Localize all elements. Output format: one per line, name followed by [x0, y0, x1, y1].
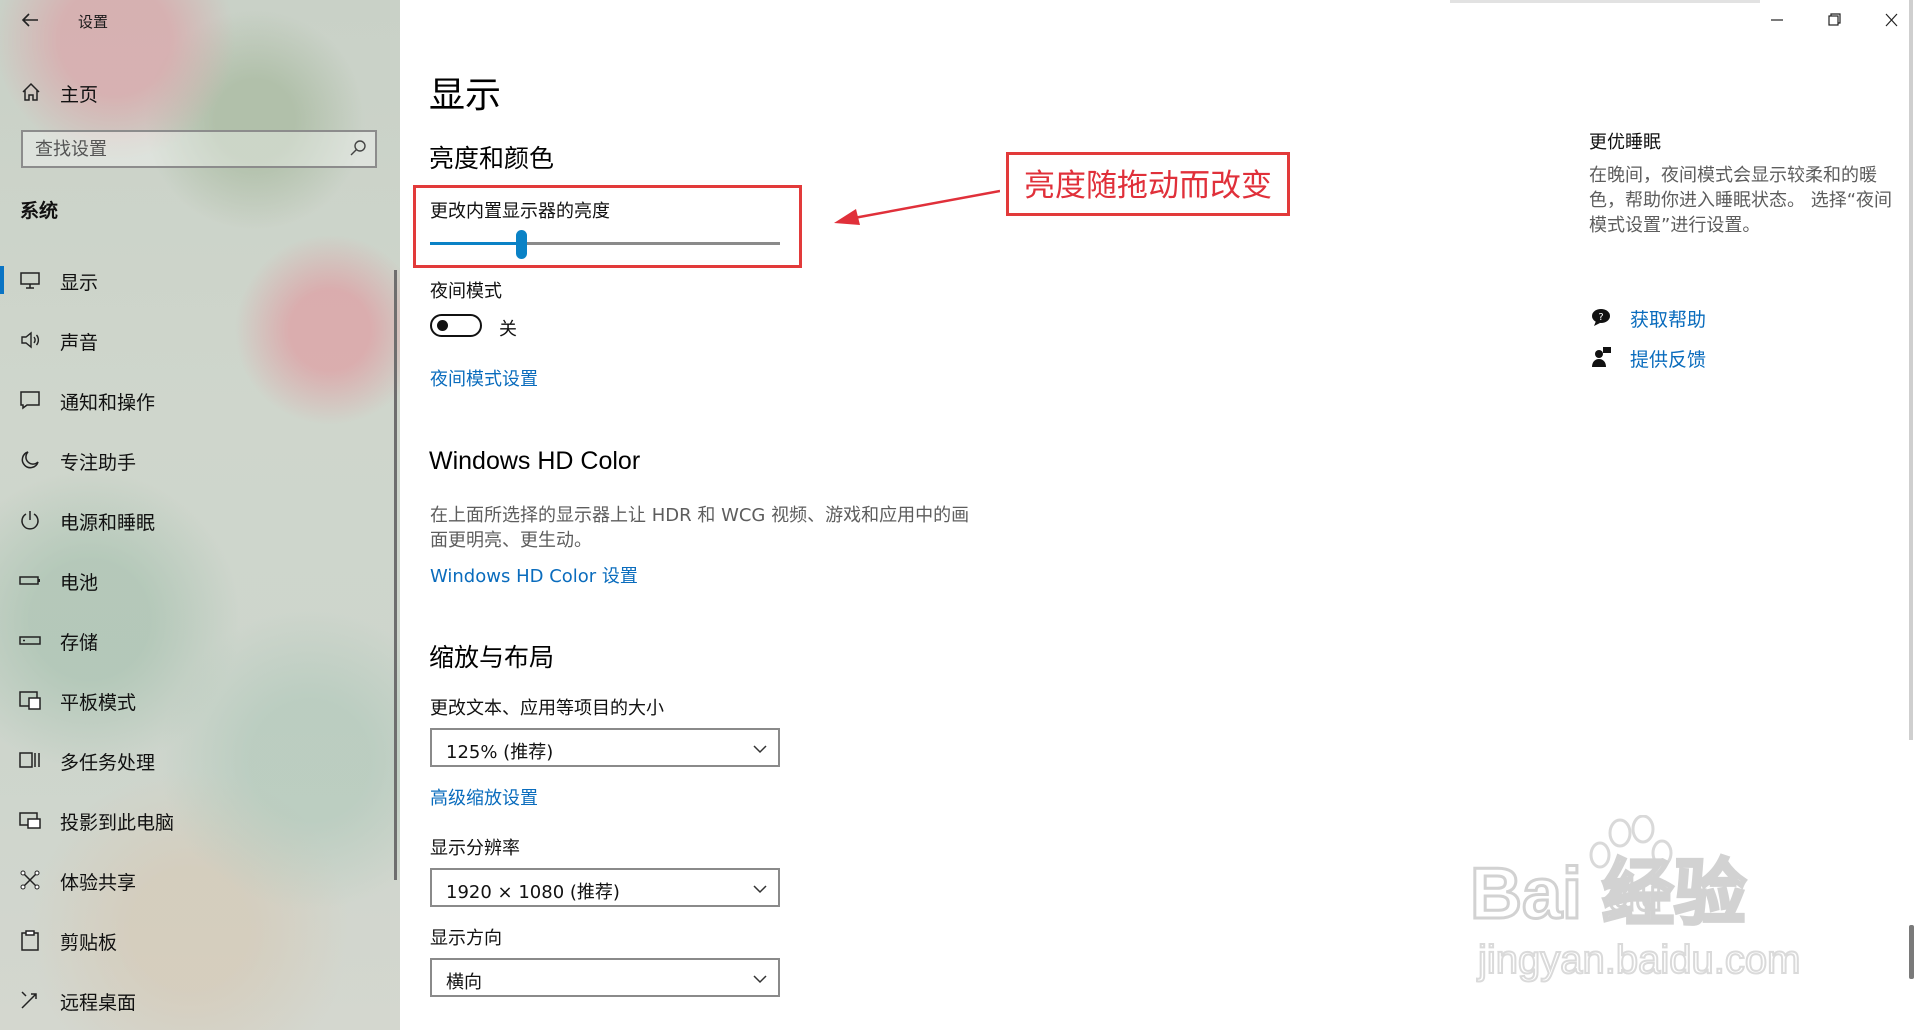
sidebar-item-notifications[interactable]: 通知和操作: [0, 378, 394, 422]
watermark-url: jingyan.baidu.com: [1477, 938, 1800, 982]
get-help-label: 获取帮助: [1630, 309, 1707, 331]
annotation-highlight-box: [413, 185, 802, 268]
sidebar-item-label: 平板模式: [60, 692, 137, 714]
sidebar-item-shared-experiences[interactable]: 体验共享: [0, 858, 394, 902]
annotation-text: 亮度随拖动而改变: [1024, 168, 1272, 204]
orientation-label: 显示方向: [430, 928, 502, 949]
sidebar-item-label: 剪贴板: [60, 932, 118, 954]
sidebar-item-home[interactable]: 主页: [0, 72, 400, 112]
sidebar-item-remote-desktop[interactable]: 远程桌面: [0, 978, 394, 1022]
sidebar-item-label: 声音: [60, 332, 99, 354]
hd-color-heading: Windows HD Color: [429, 447, 641, 475]
title-bar-strip: [1450, 0, 1760, 3]
home-icon: [22, 82, 40, 101]
night-mode-toggle[interactable]: [430, 314, 482, 337]
night-mode-label: 夜间模式: [430, 281, 502, 302]
back-arrow-icon[interactable]: [18, 8, 42, 32]
sidebar-item-label: 主页: [60, 84, 99, 106]
sidebar-item-power[interactable]: 电源和睡眠: [0, 498, 394, 542]
sidebar-item-multitasking[interactable]: 多任务处理: [0, 738, 394, 782]
project-icon: [19, 812, 41, 829]
text-size-dropdown[interactable]: 125% (推荐): [430, 728, 780, 767]
moon-icon: [21, 451, 39, 469]
sidebar-item-display[interactable]: 显示: [0, 258, 394, 302]
advanced-scaling-link[interactable]: 高级缩放设置: [430, 784, 538, 810]
feedback-label: 提供反馈: [1630, 349, 1707, 371]
related-description: 在晚间，夜间模式会显示较柔和的暖色，帮助你进入睡眠状态。 选择“夜间模式设置”进…: [1589, 165, 1893, 236]
sidebar-item-tablet-mode[interactable]: 平板模式: [0, 678, 394, 722]
window-title: 设置: [78, 13, 109, 31]
resolution-dropdown[interactable]: 1920 × 1080 (推荐): [430, 868, 780, 907]
active-indicator: [0, 266, 4, 294]
remote-desktop-icon: [21, 991, 37, 1009]
sidebar-item-battery[interactable]: 电池: [0, 558, 394, 602]
monitor-icon: [20, 272, 40, 289]
sidebar-item-storage[interactable]: 存储: [0, 618, 394, 662]
hd-color-description: 在上面所选择的显示器上让 HDR 和 WCG 视频、游戏和应用中的画面更明亮、更…: [430, 505, 970, 551]
chevron-down-icon: [753, 975, 767, 984]
sidebar-item-focus-assist[interactable]: 专注助手: [0, 438, 394, 482]
sidebar: 设置 主页 系统 显示 声音 通知和操作: [0, 0, 400, 1030]
tablet-mode-icon: [19, 691, 41, 710]
brightness-section-heading: 亮度和颜色: [429, 144, 555, 173]
help-chat-icon: ?: [1592, 309, 1610, 326]
multitask-icon: [19, 752, 40, 768]
orientation-value: 横向: [446, 972, 482, 993]
scale-section-heading: 缩放与布局: [429, 643, 555, 672]
sidebar-item-label: 电池: [60, 572, 99, 594]
related-title: 更优睡眠: [1589, 132, 1661, 153]
main-scrollbar-thumb[interactable]: [1909, 925, 1914, 979]
clipboard-icon: [21, 930, 39, 951]
battery-icon: [19, 576, 40, 585]
search-icon[interactable]: [349, 139, 367, 157]
chevron-down-icon: [753, 745, 767, 754]
night-mode-state: 关: [499, 319, 517, 340]
sidebar-item-label: 投影到此电脑: [60, 812, 175, 834]
hd-color-settings-link[interactable]: Windows HD Color 设置: [430, 562, 638, 588]
sidebar-item-label: 通知和操作: [60, 392, 156, 414]
orientation-dropdown[interactable]: 横向: [430, 958, 780, 997]
watermark-du: du: [1608, 871, 1662, 920]
sidebar-item-label: 体验共享: [60, 872, 137, 894]
sidebar-scrollbar[interactable]: [394, 270, 397, 880]
annotation-arrow: [834, 189, 1000, 225]
search-input[interactable]: [23, 132, 335, 166]
baidu-jingyan-watermark: Bai 经验 du jingyan.baidu.com: [1470, 815, 1801, 983]
notification-icon: [20, 391, 40, 410]
sidebar-item-label: 显示: [60, 272, 99, 294]
share-icon: [20, 870, 40, 890]
main-scrollbar-track[interactable]: [1909, 0, 1913, 740]
sidebar-item-sound[interactable]: 声音: [0, 318, 394, 362]
search-box[interactable]: [21, 130, 377, 168]
storage-icon: [19, 636, 41, 645]
sidebar-item-label: 存储: [60, 632, 99, 654]
text-size-label: 更改文本、应用等项目的大小: [430, 698, 664, 719]
resolution-value: 1920 × 1080 (推荐): [446, 882, 620, 903]
power-icon: [21, 511, 39, 530]
text-size-value: 125% (推荐): [446, 742, 554, 763]
close-icon[interactable]: [1876, 8, 1906, 32]
night-mode-settings-link[interactable]: 夜间模式设置: [430, 365, 538, 391]
sidebar-item-clipboard[interactable]: 剪贴板: [0, 918, 394, 962]
chevron-down-icon: [753, 885, 767, 894]
resolution-label: 显示分辨率: [430, 838, 520, 859]
sidebar-item-label: 远程桌面: [60, 992, 137, 1014]
speaker-icon: [21, 331, 40, 349]
sidebar-item-label: 专注助手: [60, 452, 137, 474]
sidebar-item-project[interactable]: 投影到此电脑: [0, 798, 394, 842]
page-title: 显示: [429, 75, 502, 116]
svg-text:?: ?: [1598, 312, 1603, 323]
sidebar-item-label: 电源和睡眠: [60, 512, 156, 534]
sidebar-item-label: 多任务处理: [60, 752, 156, 774]
minimize-icon[interactable]: [1762, 8, 1792, 32]
toggle-knob: [437, 320, 448, 331]
restore-icon[interactable]: [1819, 8, 1849, 32]
feedback-person-icon: [1592, 347, 1611, 367]
section-label: 系统: [20, 200, 59, 222]
